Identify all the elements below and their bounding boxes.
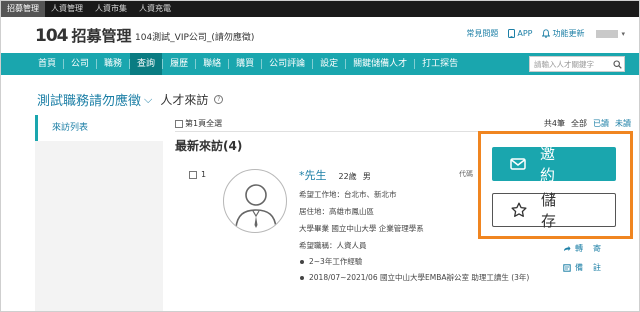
row-select[interactable]: 1 bbox=[189, 170, 206, 179]
phone-icon bbox=[508, 29, 516, 38]
candidate-age: 22歲 bbox=[338, 172, 357, 181]
row-actions: 轉寄 備註 bbox=[563, 243, 611, 281]
experience-item: 2~3年工作經驗 bbox=[299, 257, 559, 267]
experience-list: 2~3年工作經驗 2018/07~2021/06 國立中山大學EMBA辦公室 助… bbox=[299, 257, 559, 283]
select-all-label: 第1頁全選 bbox=[185, 119, 223, 128]
candidate-gender: 男 bbox=[362, 172, 371, 181]
product-tab-learning[interactable]: 人資充電 bbox=[133, 1, 177, 17]
nav-jobs[interactable]: 職務 bbox=[97, 53, 129, 75]
invite-button[interactable]: 邀約 bbox=[492, 145, 616, 184]
note-label: 備註 bbox=[575, 263, 611, 272]
avatar bbox=[223, 169, 287, 233]
chevron-down-icon: ▾ bbox=[621, 29, 625, 38]
logo[interactable]: 104 招募管理 bbox=[35, 25, 132, 46]
star-icon bbox=[511, 202, 527, 218]
filter-read[interactable]: 已讀 bbox=[593, 118, 609, 129]
experience-item: 2018/07~2021/06 國立中山大學EMBA辦公室 助理工讀生 (3年) bbox=[299, 273, 559, 283]
filter-unread[interactable]: 未讀 bbox=[615, 118, 631, 129]
forward-button[interactable]: 轉寄 bbox=[563, 243, 611, 254]
nav-settings[interactable]: 設定 bbox=[313, 53, 345, 75]
filter-all[interactable]: 全部 bbox=[571, 118, 587, 129]
product-tab-market[interactable]: 人資市集 bbox=[89, 1, 133, 17]
job-title-dropdown[interactable]: 測試職務請勿應徵 bbox=[37, 90, 141, 109]
nav-home[interactable]: 首頁 bbox=[31, 53, 63, 75]
company-name: 104測試_VIP公司_(請勿應徵) bbox=[135, 33, 255, 43]
header-links: 常見問題 APP 功能更新 ▾ bbox=[456, 28, 625, 39]
nav-reserve-talent[interactable]: 關鍵儲備人才 bbox=[346, 53, 414, 75]
user-menu[interactable]: ▾ bbox=[596, 29, 625, 38]
list-toolbar: 第1頁全選 共4筆 全部 已讀 未讀 bbox=[175, 115, 631, 129]
app-window: 招募管理 人資管理 人資市集 人資充電 104 招募管理 104測試_VIP公司… bbox=[0, 0, 640, 312]
chevron-down-icon[interactable]: ⌵ bbox=[144, 93, 152, 107]
product-tab-hr[interactable]: 人資管理 bbox=[45, 1, 89, 17]
candidate-name[interactable]: *先生 bbox=[299, 167, 327, 183]
forward-label: 轉寄 bbox=[575, 244, 611, 253]
nav-contact[interactable]: 聯絡 bbox=[196, 53, 228, 75]
note-icon bbox=[563, 263, 571, 272]
row-index: 1 bbox=[201, 170, 207, 179]
desired-role: 希望職稱：人資人員 bbox=[299, 241, 367, 250]
updates-label: 功能更新 bbox=[552, 29, 585, 38]
faq-link[interactable]: 常見問題 bbox=[466, 28, 498, 39]
bell-icon bbox=[542, 29, 551, 38]
search-input[interactable]: 請輸入人才關鍵字 bbox=[530, 59, 610, 70]
updates-link[interactable]: 功能更新 bbox=[542, 28, 584, 39]
nav-purchase[interactable]: 購買 bbox=[229, 53, 261, 75]
candidate-code: 代碼 bbox=[459, 170, 473, 178]
invite-label: 邀約 bbox=[540, 145, 584, 184]
app-link[interactable]: APP bbox=[508, 29, 532, 38]
breadcrumb: 測試職務請勿應徵 ⌵ 人才來訪 ? bbox=[37, 90, 224, 109]
app-label: APP bbox=[517, 29, 533, 38]
save-label: 儲存 bbox=[541, 191, 585, 230]
action-highlight: 邀約 儲存 bbox=[478, 131, 633, 239]
row-checkbox[interactable] bbox=[189, 170, 197, 179]
select-all-page[interactable]: 第1頁全選 bbox=[175, 118, 222, 129]
nav-parttime[interactable]: 打工探告 bbox=[415, 53, 465, 75]
user-name-redacted bbox=[596, 29, 619, 38]
page-title: 人才來訪 bbox=[160, 93, 209, 107]
sidebar-item-visit-list[interactable]: 來訪列表 bbox=[35, 115, 163, 141]
help-icon[interactable]: ? bbox=[214, 95, 224, 104]
nav-resumes[interactable]: 履歷 bbox=[163, 53, 195, 75]
logo-text: 招募管理 bbox=[71, 27, 132, 45]
person-icon bbox=[235, 184, 277, 229]
select-all-checkbox[interactable] bbox=[175, 119, 183, 128]
read-filter: 共4筆 全部 已讀 未讀 bbox=[538, 118, 631, 129]
top-product-bar: 招募管理 人資管理 人資市集 人資充電 bbox=[1, 1, 639, 17]
forward-icon bbox=[564, 245, 571, 251]
nav-company[interactable]: 公司 bbox=[64, 53, 96, 75]
header: 104 招募管理 104測試_VIP公司_(請勿應徵) 常見問題 APP 功能更… bbox=[1, 17, 639, 53]
result-count: 共4筆 bbox=[543, 119, 565, 128]
nav-search[interactable]: 查詢 bbox=[130, 53, 163, 75]
section-title: 最新來訪(4) bbox=[175, 139, 243, 153]
save-button[interactable]: 儲存 bbox=[492, 191, 616, 230]
sidebar: 來訪列表 bbox=[35, 115, 163, 311]
logo-number: 104 bbox=[35, 25, 68, 46]
nav-reviews[interactable]: 公司評論 bbox=[262, 53, 312, 75]
product-tab-recruit[interactable]: 招募管理 bbox=[1, 1, 45, 17]
note-button[interactable]: 備註 bbox=[563, 262, 611, 273]
faq-label: 常見問題 bbox=[466, 29, 499, 38]
talent-search-box[interactable]: 請輸入人才關鍵字 bbox=[529, 56, 625, 72]
envelope-icon bbox=[510, 158, 526, 170]
main-nav: 首頁 公司 職務 查詢 履歷 聯絡 購買 公司評論 設定 關鍵儲備人才 打工探告… bbox=[1, 53, 639, 75]
search-icon[interactable] bbox=[610, 57, 624, 71]
